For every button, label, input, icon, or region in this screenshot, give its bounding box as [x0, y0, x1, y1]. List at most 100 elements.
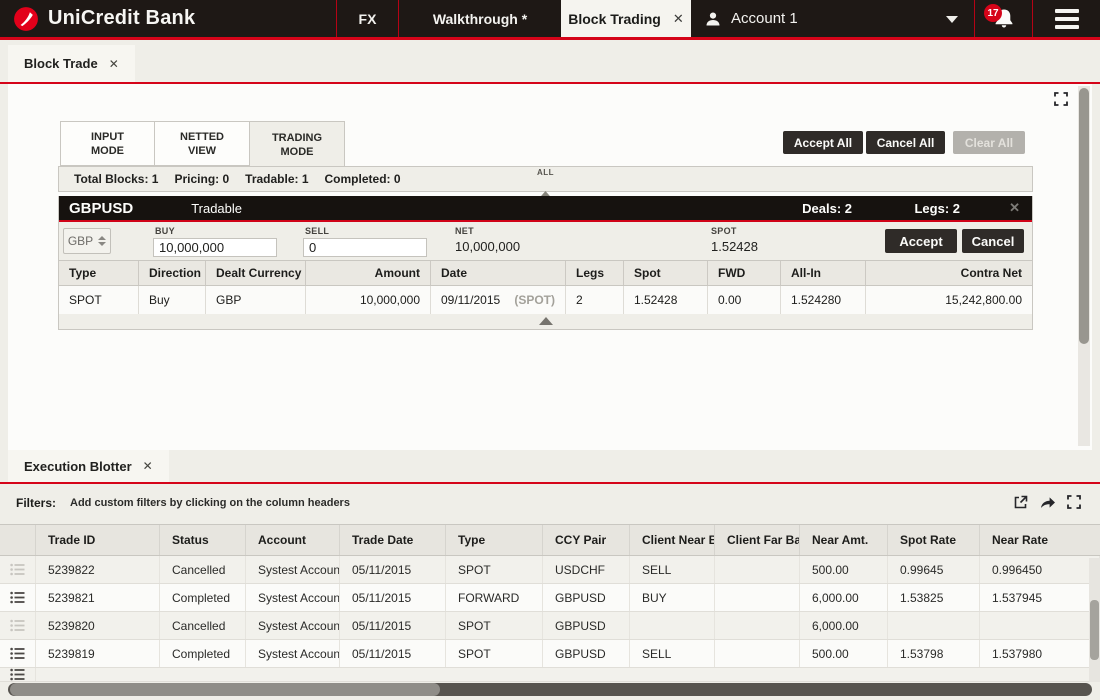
cell-contra-net: 15,242,800.00 — [866, 286, 1032, 314]
accept-all-button[interactable]: Accept All — [783, 131, 863, 154]
scrollbar-thumb[interactable] — [10, 683, 440, 696]
row-menu-icon[interactable] — [0, 640, 36, 667]
fullscreen-icon[interactable] — [1053, 91, 1069, 112]
cell: 5239820 — [36, 612, 160, 639]
cell-date: 09/11/2015 (SPOT) — [431, 286, 566, 314]
cell-direction: Buy — [139, 286, 206, 314]
column-header[interactable]: Client Near Bas — [630, 525, 715, 555]
cell: 5239819 — [36, 640, 160, 667]
cell: 05/11/2015 — [340, 556, 446, 583]
tab-block-trade[interactable]: Block Trade ✕ — [8, 45, 135, 82]
currency-select-value: GBP — [68, 234, 93, 248]
deal-table-row[interactable]: SPOT Buy GBP 10,000,000 09/11/2015 (SPOT… — [59, 286, 1032, 314]
cell — [715, 612, 800, 639]
blotter-row[interactable]: 5239820 Cancelled Systest Account 1 05/1… — [0, 612, 1100, 640]
close-icon[interactable]: ✕ — [673, 11, 684, 27]
blotter-row-partial[interactable] — [0, 668, 1100, 682]
currency-pair: GBPUSD — [69, 200, 133, 217]
cell — [715, 640, 800, 667]
block-trade-tabstrip: Block Trade ✕ — [0, 45, 1100, 82]
vertical-scrollbar[interactable] — [1078, 86, 1090, 446]
column-header: Legs — [566, 261, 624, 285]
sell-amount-input[interactable] — [303, 238, 427, 257]
blotter-row[interactable]: 5239819 Completed Systest Account 1 05/1… — [0, 640, 1100, 668]
scrollbar-thumb[interactable] — [1090, 600, 1099, 660]
cell-dealt-currency: GBP — [206, 286, 306, 314]
column-header: Type — [59, 261, 139, 285]
cell: 500.00 — [800, 640, 888, 667]
accept-button[interactable]: Accept — [885, 229, 957, 253]
cell: SPOT — [446, 556, 543, 583]
tab-netted-view[interactable]: NETTED VIEW — [155, 121, 250, 166]
tab-block-trading-label: Block Trading — [568, 11, 661, 27]
cell: 1.53798 — [888, 640, 980, 667]
tab-execution-blotter[interactable]: Execution Blotter ✕ — [8, 450, 169, 482]
cell: Systest Account 1 — [246, 556, 340, 583]
cell: 5239822 — [36, 556, 160, 583]
column-header[interactable]: Near Rate — [980, 525, 1100, 555]
column-header[interactable]: Trade ID — [36, 525, 160, 555]
share-icon[interactable] — [1039, 494, 1056, 516]
tab-block-trading[interactable]: Block Trading ✕ — [561, 0, 691, 37]
column-header[interactable]: Client Far Base — [715, 525, 800, 555]
row-menu-icon[interactable] — [0, 668, 36, 681]
fullscreen-icon[interactable] — [1066, 494, 1082, 516]
popout-icon[interactable] — [1012, 494, 1029, 516]
cell: 1.53825 — [888, 584, 980, 611]
updown-arrows-icon — [98, 236, 106, 246]
menu-item-fx[interactable]: FX — [337, 0, 398, 37]
close-icon[interactable]: ✕ — [109, 57, 119, 71]
tab-label: INPUT — [91, 130, 124, 144]
cell: Cancelled — [160, 612, 246, 639]
cell: 0.99645 — [888, 556, 980, 583]
row-menu-column — [0, 525, 36, 555]
column-header: Amount — [306, 261, 431, 285]
hamburger-menu-button[interactable] — [1033, 0, 1100, 37]
column-header[interactable]: Spot Rate — [888, 525, 980, 555]
cell: GBPUSD — [543, 584, 630, 611]
tab-input-mode[interactable]: INPUT MODE — [60, 121, 155, 166]
blotter-table: Trade ID Status Account Trade Date Type … — [0, 524, 1100, 682]
close-icon[interactable]: ✕ — [1009, 200, 1020, 216]
tab-trading-mode[interactable]: TRADING MODE — [250, 121, 345, 167]
account-menu[interactable]: Account 1 — [691, 0, 974, 37]
close-icon[interactable]: ✕ — [143, 459, 153, 473]
clear-all-button[interactable]: Clear All — [953, 131, 1025, 154]
filters-hint: Add custom filters by clicking on the co… — [70, 497, 350, 509]
horizontal-scrollbar[interactable] — [8, 683, 1092, 696]
column-header[interactable]: Account — [246, 525, 340, 555]
cell: BUY — [630, 584, 715, 611]
total-blocks-count: Total Blocks: 1 — [74, 172, 158, 186]
row-menu-icon[interactable] — [0, 612, 36, 639]
column-header[interactable]: CCY Pair — [543, 525, 630, 555]
cell: Systest Account 1 — [246, 612, 340, 639]
column-header[interactable]: Trade Date — [340, 525, 446, 555]
row-menu-icon[interactable] — [0, 584, 36, 611]
currency-select[interactable]: GBP — [63, 228, 111, 254]
buy-amount-input[interactable] — [153, 238, 277, 257]
column-header[interactable]: Status — [160, 525, 246, 555]
scrollbar-thumb[interactable] — [1079, 88, 1089, 344]
blotter-vertical-scrollbar[interactable] — [1089, 558, 1100, 682]
notifications-button[interactable]: 17 — [975, 0, 1032, 37]
pricing-count: Pricing: 0 — [174, 172, 229, 186]
cell: SELL — [630, 556, 715, 583]
cancel-button[interactable]: Cancel — [962, 229, 1024, 253]
cell: 5239821 — [36, 584, 160, 611]
column-header[interactable]: Type — [446, 525, 543, 555]
blotter-row[interactable]: 5239822 Cancelled Systest Account 1 05/1… — [0, 556, 1100, 584]
block-trade-panel: INPUT MODE NETTED VIEW TRADING MODE Acce… — [8, 84, 1092, 450]
menu-item-walkthrough[interactable]: Walkthrough * — [399, 0, 561, 37]
cancel-all-button[interactable]: Cancel All — [866, 131, 945, 154]
row-menu-icon[interactable] — [0, 556, 36, 583]
column-header: Spot — [624, 261, 708, 285]
blotter-row[interactable]: 5239821 Completed Systest Account 1 05/1… — [0, 584, 1100, 612]
date-value: 09/11/2015 — [441, 293, 500, 307]
collapse-block-icon[interactable] — [539, 317, 553, 325]
cell: USDCHF — [543, 556, 630, 583]
column-header[interactable]: Near Amt. — [800, 525, 888, 555]
cell: Cancelled — [160, 556, 246, 583]
collapse-all-toggle[interactable]: ALL — [537, 168, 554, 191]
column-header: FWD — [708, 261, 781, 285]
date-tag: (SPOT) — [514, 293, 555, 307]
